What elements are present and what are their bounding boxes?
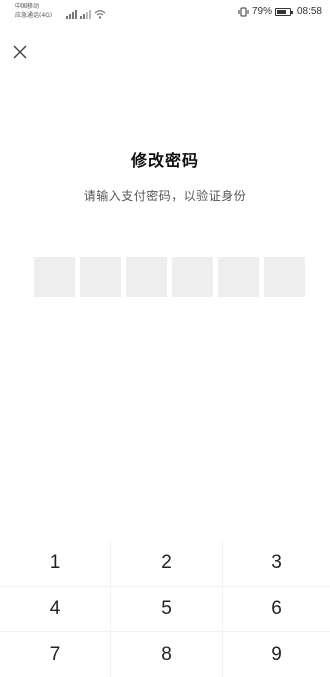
battery-icon <box>274 7 293 16</box>
pin-input[interactable] <box>34 257 305 297</box>
close-button[interactable] <box>10 42 30 62</box>
close-icon <box>13 45 27 59</box>
vibrate-icon <box>238 7 249 16</box>
status-time: 08:58 <box>296 6 322 17</box>
pin-box[interactable] <box>80 257 121 297</box>
pin-box[interactable] <box>218 257 259 297</box>
key-2[interactable]: 2 <box>110 540 222 586</box>
pin-box[interactable] <box>172 257 213 297</box>
status-bar: 中国移动 应急通话(4G) 79% 08:58 <box>0 0 330 28</box>
page-subtitle: 请输入支付密码，以验证身份 <box>83 189 247 203</box>
carrier-info: 中国移动 应急通话(4G) <box>15 2 52 20</box>
pin-box[interactable] <box>264 257 305 297</box>
wifi-icon <box>94 10 106 19</box>
key-6[interactable]: 6 <box>222 586 330 631</box>
numeric-keypad: 123 456 789 <box>0 540 330 677</box>
battery-fill <box>276 9 287 14</box>
key-1[interactable]: 1 <box>0 540 110 586</box>
carrier-status: 应急通话(4G) <box>15 12 53 19</box>
pin-box[interactable] <box>126 257 167 297</box>
key-9[interactable]: 9 <box>222 631 330 677</box>
pin-box[interactable] <box>34 257 75 297</box>
battery-percent: 79% <box>251 6 272 17</box>
key-7[interactable]: 7 <box>0 631 110 677</box>
signal-icon <box>66 10 77 19</box>
page-title: 修改密码 <box>130 151 199 170</box>
network-icons <box>66 7 106 19</box>
signal-icon-2 <box>80 10 91 19</box>
key-4[interactable]: 4 <box>0 586 110 631</box>
carrier-name: 中国移动 <box>15 3 40 10</box>
key-3[interactable]: 3 <box>222 540 330 586</box>
status-right: 79% 08:58 <box>238 6 322 17</box>
key-8[interactable]: 8 <box>110 631 222 677</box>
key-5[interactable]: 5 <box>110 586 222 631</box>
